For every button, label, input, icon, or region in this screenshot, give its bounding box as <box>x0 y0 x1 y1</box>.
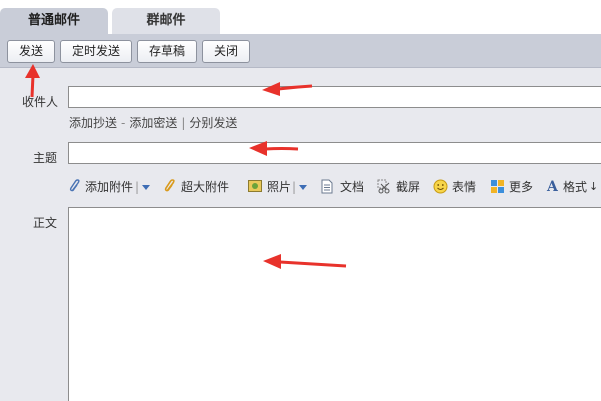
arrow-left-icon <box>262 82 313 96</box>
annotation-arrows <box>25 64 347 269</box>
arrow-left-icon <box>263 254 347 269</box>
arrow-left-icon <box>249 141 299 156</box>
arrow-up-icon <box>25 64 40 98</box>
